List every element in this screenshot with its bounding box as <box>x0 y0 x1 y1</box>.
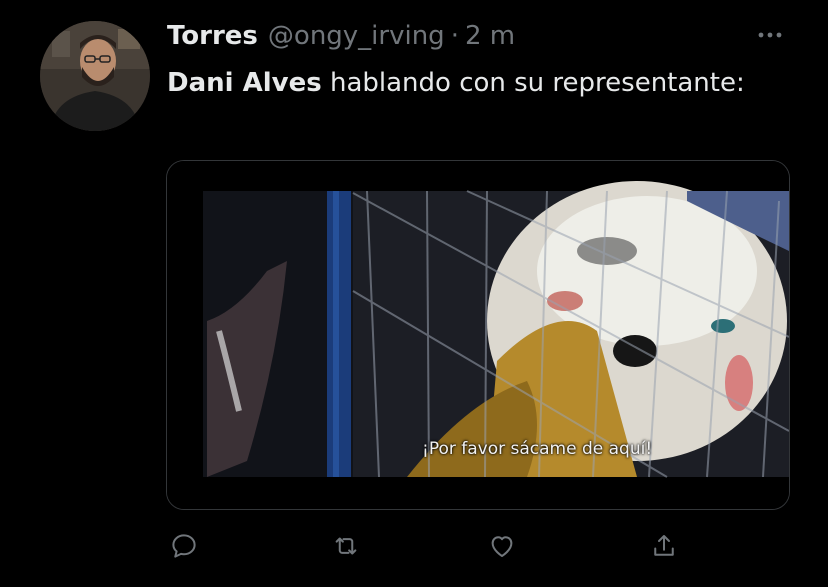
retweet-icon <box>335 537 357 555</box>
like-button[interactable] <box>482 526 522 566</box>
tweet-text-body: hablando con su representante: <box>321 68 745 98</box>
tweet-text: Dani Alves hablando con su representante… <box>167 62 767 104</box>
more-options-icon[interactable] <box>752 22 788 48</box>
avatar[interactable] <box>40 21 150 131</box>
user-handle[interactable]: @ongy_irving <box>268 21 445 51</box>
video-subtitle: ¡Por favor sácame de aquí! <box>422 439 653 459</box>
display-name[interactable]: Torres <box>167 21 258 51</box>
tweet-header: Torres @ongy_irving · 2 m <box>167 18 515 54</box>
share-icon <box>654 535 674 556</box>
reply-icon <box>172 534 196 558</box>
tweet-media[interactable]: ¡Por favor sácame de aquí! <box>166 160 790 510</box>
reply-button[interactable] <box>164 526 204 566</box>
retweet-button[interactable] <box>326 526 366 566</box>
mentioned-name: Dani Alves <box>167 68 322 98</box>
tweet-actions <box>0 526 828 566</box>
separator-dot: · <box>450 21 459 51</box>
share-button[interactable] <box>644 526 684 566</box>
timestamp[interactable]: 2 m <box>465 21 515 51</box>
like-icon <box>491 536 513 557</box>
